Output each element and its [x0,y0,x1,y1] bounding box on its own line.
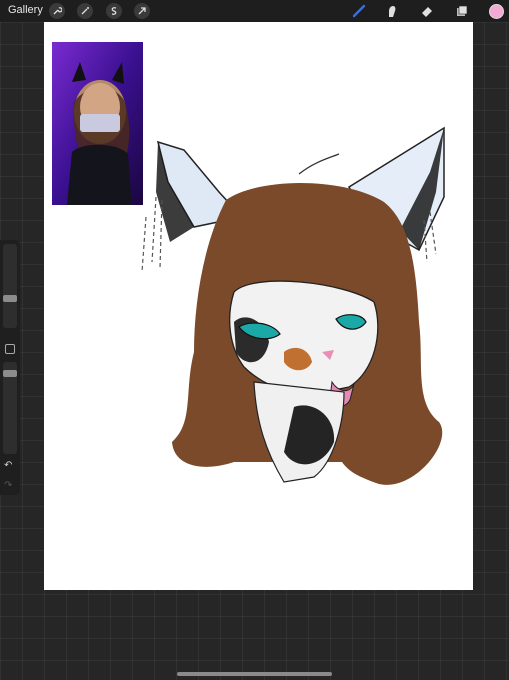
wrench-icon[interactable] [49,3,65,19]
opacity-handle[interactable] [3,370,17,377]
color-picker-button[interactable] [489,4,504,19]
gallery-button[interactable]: Gallery [8,4,43,16]
eraser-icon[interactable] [419,3,435,19]
selection-icon[interactable] [106,3,122,19]
brush-icon[interactable] [351,3,367,19]
transform-arrow-icon[interactable] [134,3,150,19]
brush-size-slider[interactable] [3,244,17,328]
undo-icon[interactable]: ↶ [4,460,12,471]
smudge-icon[interactable] [384,3,400,19]
magic-wand-icon[interactable] [77,3,93,19]
modify-button[interactable] [5,344,15,354]
home-indicator[interactable] [177,672,332,676]
left-sidebar: ↶ ↷ [0,240,20,495]
redo-icon[interactable]: ↷ [4,480,12,491]
selfie-reference-photo[interactable] [52,42,143,205]
top-toolbar: Gallery [0,0,509,22]
brush-size-handle[interactable] [3,295,17,302]
layers-icon[interactable] [454,3,470,19]
